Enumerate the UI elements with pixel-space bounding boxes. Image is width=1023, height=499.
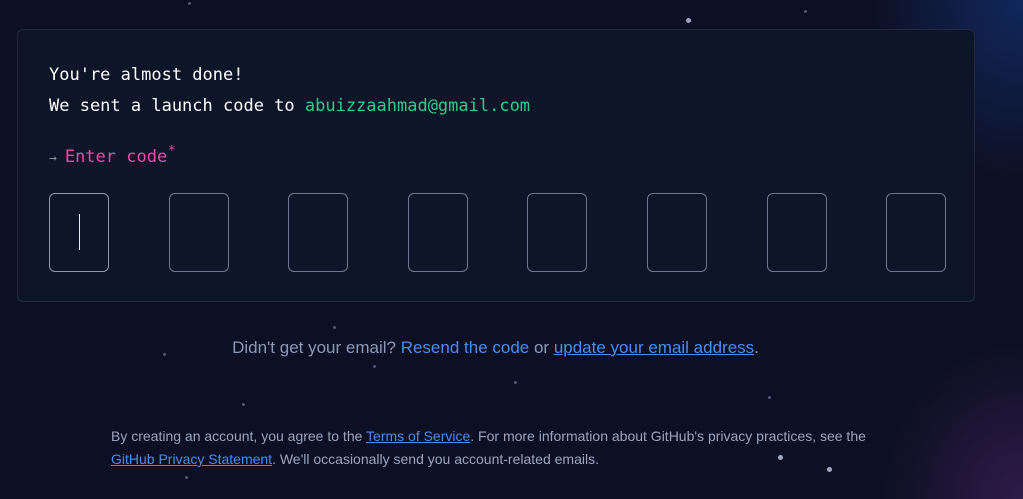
code-digit-input-6[interactable] bbox=[647, 193, 707, 272]
legal-text-3: . We'll occasionally send you account-re… bbox=[272, 451, 599, 467]
resend-prefix: Didn't get your email? bbox=[232, 338, 401, 357]
enter-code-label: Enter code bbox=[64, 147, 168, 167]
code-digit-input-5[interactable] bbox=[527, 193, 587, 272]
update-email-link[interactable]: update your email address bbox=[554, 338, 754, 357]
almost-done-heading: You're almost done! bbox=[49, 65, 244, 85]
code-digit-input-3[interactable] bbox=[288, 193, 348, 272]
sent-code-message: We sent a launch code to abuizzaahmad@gm… bbox=[49, 96, 530, 116]
legal-notice: By creating an account, you agree to the… bbox=[111, 425, 911, 471]
star-decoration bbox=[188, 2, 191, 5]
code-digit-input-7[interactable] bbox=[767, 193, 827, 272]
code-digit-input-4[interactable] bbox=[408, 193, 468, 272]
star-decoration bbox=[686, 18, 691, 23]
star-decoration bbox=[768, 396, 771, 399]
verification-card: You're almost done! We sent a launch cod… bbox=[17, 29, 975, 302]
text-caret bbox=[79, 214, 80, 250]
star-decoration bbox=[373, 365, 376, 368]
code-digit-input-8[interactable] bbox=[886, 193, 946, 272]
email-address: abuizzaahmad@gmail.com bbox=[304, 96, 531, 116]
required-asterisk: * bbox=[168, 143, 176, 157]
resend-suffix: . bbox=[754, 338, 759, 357]
privacy-statement-link[interactable]: GitHub Privacy Statement bbox=[111, 451, 272, 467]
legal-text-2: . For more information about GitHub's pr… bbox=[470, 428, 866, 444]
arrow-right-icon: → bbox=[49, 151, 57, 166]
sent-code-prefix: We sent a launch code to bbox=[49, 96, 305, 116]
code-digit-input-2[interactable] bbox=[169, 193, 229, 272]
resend-middle: or bbox=[529, 338, 554, 357]
star-decoration bbox=[185, 476, 188, 479]
star-decoration bbox=[242, 403, 245, 406]
terms-of-service-link[interactable]: Terms of Service bbox=[366, 428, 470, 444]
enter-code-label-row: → Enter code* bbox=[49, 143, 175, 167]
resend-message: Didn't get your email? Resend the code o… bbox=[0, 338, 991, 358]
star-decoration bbox=[333, 326, 336, 329]
resend-code-link[interactable]: Resend the code bbox=[401, 338, 530, 357]
code-digit-input-1[interactable] bbox=[49, 193, 109, 272]
star-decoration bbox=[514, 381, 517, 384]
star-decoration bbox=[804, 10, 807, 13]
legal-text-1: By creating an account, you agree to the bbox=[111, 428, 367, 444]
